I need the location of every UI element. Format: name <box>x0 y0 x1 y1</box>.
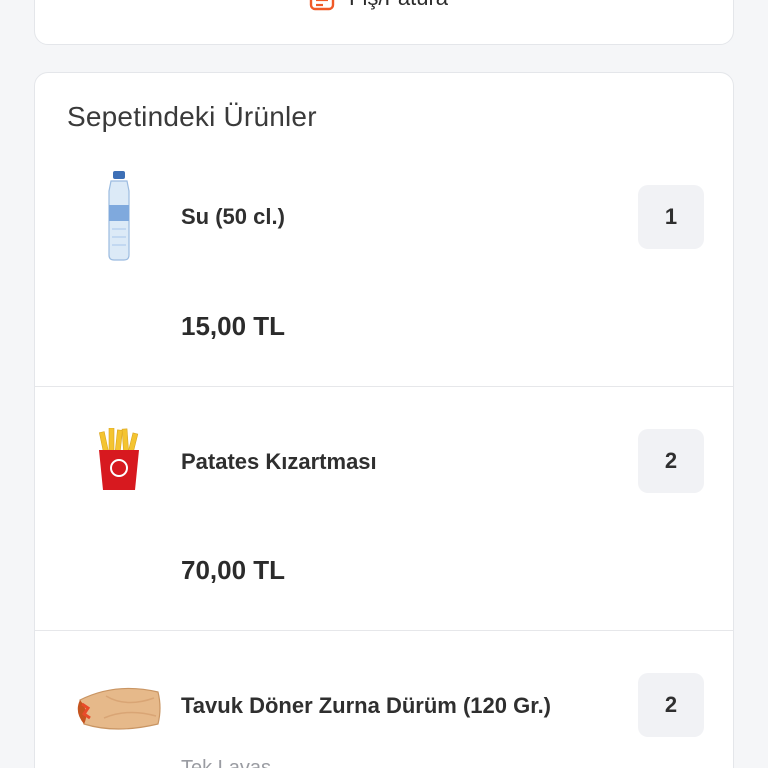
receipt-icon <box>309 0 335 11</box>
french-fries-icon <box>75 415 163 505</box>
item-name: Su (50 cl.) <box>181 204 285 229</box>
item-price: 15,00 TL <box>181 311 286 341</box>
quantity-button[interactable]: 1 <box>638 185 704 249</box>
receipt-row[interactable]: Fiş/Fatura <box>309 0 448 11</box>
durum-wrap-icon <box>75 663 163 753</box>
water-bottle-icon <box>75 171 163 261</box>
item-option: Tek Lavaş <box>181 757 272 768</box>
cart-title: Sepetindeki Ürünler <box>67 101 317 132</box>
divider <box>35 386 733 387</box>
divider <box>35 630 733 631</box>
quantity-button[interactable]: 2 <box>638 673 704 737</box>
item-name: Tavuk Döner Zurna Dürüm (120 Gr.) <box>181 693 552 718</box>
item-price: 70,00 TL <box>181 555 286 585</box>
quantity-button[interactable]: 2 <box>638 429 704 493</box>
receipt-card[interactable]: Fiş/Fatura <box>34 0 734 45</box>
cart-card: Sepetindeki Ürünler Su (50 cl.) 15,00 TL… <box>34 72 734 768</box>
receipt-label: Fiş/Fatura <box>349 0 448 11</box>
item-name: Patates Kızartması <box>181 449 377 474</box>
